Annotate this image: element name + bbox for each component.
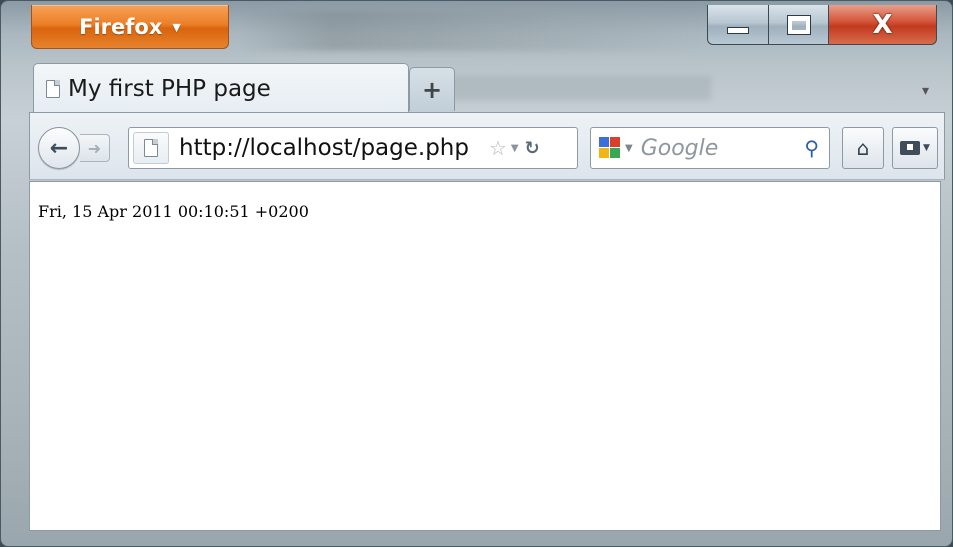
history-dropdown-icon[interactable]: ▼ [511,143,519,154]
page-icon [46,79,60,98]
browser-window: Firefox ▼ X My first PHP page + ▾ ← ➜ ht… [0,0,953,547]
maximize-icon [786,14,811,35]
navigation-toolbar: ← ➜ http://localhost/page.php ☆ ▼ ↻ ▼ Go… [29,112,945,180]
arrow-left-icon: ← [49,135,69,161]
search-bar[interactable]: ▼ Google ⚲ [590,127,830,169]
firefox-menu-label: Firefox [79,14,163,39]
background-window-blur [241,11,701,51]
home-button[interactable]: ⌂ [842,127,884,169]
background-window-blur [451,76,711,100]
maximize-button[interactable] [769,5,829,45]
close-button[interactable]: X [829,5,937,45]
chevron-down-icon[interactable]: ▼ [625,143,633,154]
forward-button[interactable]: ➜ [80,134,110,162]
bookmark-star-icon[interactable]: ☆ [489,136,507,160]
page-icon [144,139,158,157]
minimize-icon [727,27,749,34]
home-icon: ⌂ [856,136,870,160]
bookmarks-button[interactable]: ▼ [892,127,938,169]
tab-list-icon[interactable]: ▾ [922,83,929,99]
window-controls: X [707,5,937,45]
site-identity-button[interactable] [133,132,169,164]
page-body-text: Fri, 15 Apr 2011 00:10:51 +0200 [38,202,309,221]
tab-my-first-php-page[interactable]: My first PHP page [33,63,409,113]
new-tab-button[interactable]: + [409,67,455,111]
url-bar[interactable]: http://localhost/page.php ☆ ▼ ↻ [128,127,578,169]
url-input[interactable]: http://localhost/page.php [179,135,469,161]
reload-icon[interactable]: ↻ [525,138,540,159]
back-button[interactable]: ← [38,127,80,169]
plus-icon: + [421,75,443,104]
google-search-engine-icon[interactable] [599,137,621,159]
search-icon[interactable]: ⚲ [804,136,819,160]
search-input[interactable]: Google [641,136,719,161]
close-icon: X [872,9,893,40]
firefox-menu-button[interactable]: Firefox ▼ [31,5,229,49]
page-content: Fri, 15 Apr 2011 00:10:51 +0200 [29,181,941,531]
arrow-right-icon: ➜ [87,138,102,158]
minimize-button[interactable] [707,5,769,45]
chevron-down-icon: ▼ [172,21,181,34]
chevron-down-icon: ▼ [923,143,930,153]
tab-title: My first PHP page [68,75,271,102]
bookmarks-icon [900,141,921,155]
